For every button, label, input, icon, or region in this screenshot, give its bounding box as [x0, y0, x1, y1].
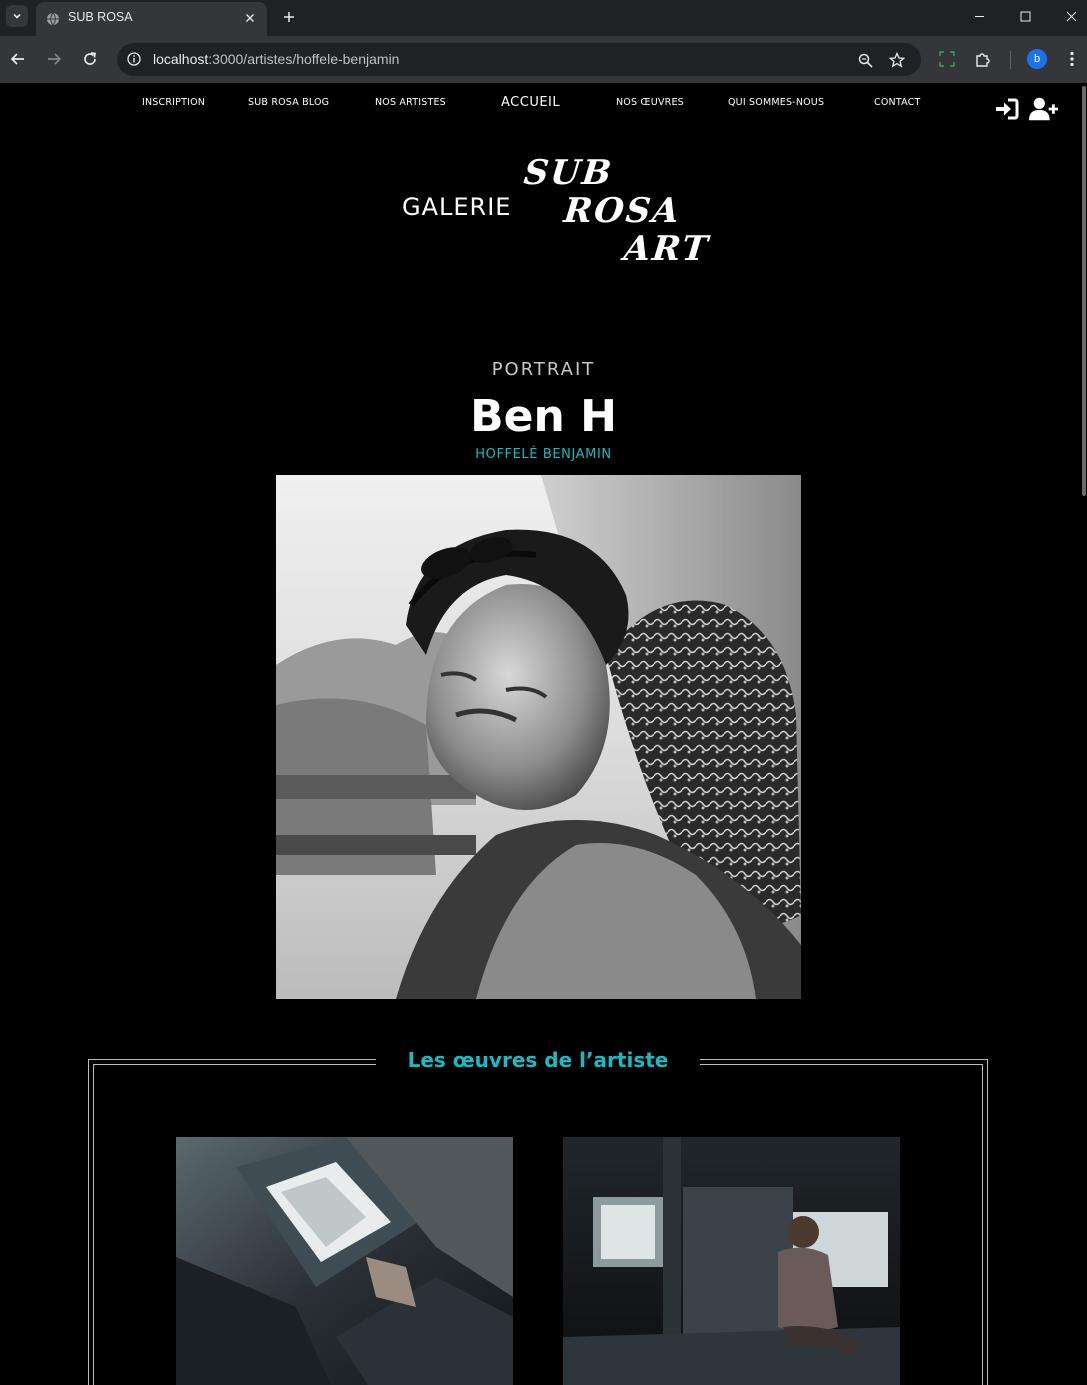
url-path: :3000/artistes/hoffele-benjamin [208, 51, 400, 67]
zoom-icon[interactable] [855, 50, 875, 70]
arrow-left-icon [10, 53, 24, 65]
close-window-button[interactable] [1048, 0, 1087, 32]
toolbar-divider [1010, 51, 1011, 69]
new-tab-button[interactable] [278, 6, 300, 28]
logo-sub-text: SUB [521, 153, 616, 193]
maximize-icon [1020, 11, 1030, 21]
bookmark-star-icon[interactable] [887, 50, 907, 70]
main-navigation: INSCRIPTION SUB ROSA BLOG NOS ARTISTES A… [0, 95, 1087, 113]
nav-link-contact[interactable]: CONTACT [874, 97, 920, 108]
browser-tab-active[interactable]: SUB ROSA [36, 2, 267, 36]
login-button[interactable] [992, 95, 1022, 123]
chevron-down-icon [13, 13, 21, 19]
minimize-icon [974, 15, 984, 17]
tab-search-button[interactable] [6, 5, 28, 27]
plus-icon [284, 12, 294, 22]
sign-in-icon [996, 98, 1019, 120]
close-icon[interactable] [241, 9, 259, 27]
forward-button[interactable] [43, 48, 65, 70]
site-logo[interactable]: GALERIE SUB ROSA ART [402, 153, 711, 273]
artwork-thumbnail[interactable] [563, 1137, 900, 1385]
minimize-button[interactable] [956, 0, 1002, 32]
tab-title: SUB ROSA [68, 10, 133, 24]
close-icon [1066, 11, 1076, 21]
logo-galerie-text: GALERIE [402, 193, 512, 221]
profile-avatar[interactable]: b [1027, 49, 1047, 69]
maximize-button[interactable] [1002, 0, 1048, 32]
site-info-icon[interactable] [125, 50, 143, 68]
address-bar[interactable]: localhost:3000/artistes/hoffele-benjamin [117, 43, 921, 76]
nav-link-accueil[interactable]: ACCUEIL [501, 95, 560, 110]
reload-icon [84, 52, 96, 65]
reload-button[interactable] [79, 48, 101, 70]
nav-link-inscription[interactable]: INSCRIPTION [142, 97, 205, 108]
browser-menu-button[interactable] [1061, 48, 1083, 70]
nav-link-qui-sommes-nous[interactable]: QUI SOMMES-NOUS [728, 97, 824, 108]
artist-display-name: Ben H [470, 391, 617, 442]
puzzle-icon [976, 53, 990, 67]
browser-toolbar: localhost:3000/artistes/hoffele-benjamin… [0, 36, 1087, 83]
nav-link-oeuvres[interactable]: NOS ŒUVRES [616, 97, 684, 108]
artist-portrait-photo [276, 475, 801, 999]
nav-link-blog[interactable]: SUB ROSA BLOG [248, 97, 329, 108]
arrow-right-icon [48, 53, 62, 65]
extensions-button[interactable] [972, 48, 994, 70]
kebab-menu-icon [1070, 51, 1074, 67]
scrollbar-thumb[interactable] [1082, 86, 1086, 496]
artist-full-name: HOFFELÉ BENJAMIN [475, 447, 612, 462]
page-scrollbar[interactable] [1081, 83, 1087, 1385]
logo-art-text: ART [621, 229, 712, 269]
section-label-portrait: PORTRAIT [491, 359, 596, 380]
url-host: localhost [153, 51, 209, 67]
browser-tab-bar: SUB ROSA [0, 0, 1087, 36]
capture-icon [939, 51, 955, 67]
artwork-thumbnail[interactable] [176, 1137, 513, 1385]
works-section-title: Les œuvres de l’artiste [376, 1045, 700, 1075]
screenshot-extension-button[interactable] [936, 48, 958, 70]
url-text[interactable]: localhost:3000/artistes/hoffele-benjamin [153, 51, 399, 67]
user-plus-icon [1029, 97, 1059, 121]
globe-icon [46, 11, 60, 30]
back-button[interactable] [7, 48, 29, 70]
page-viewport: INSCRIPTION SUB ROSA BLOG NOS ARTISTES A… [0, 83, 1087, 1385]
register-button[interactable] [1029, 95, 1059, 123]
logo-rosa-text: ROSA [561, 191, 683, 231]
nav-link-artistes[interactable]: NOS ARTISTES [375, 97, 446, 108]
